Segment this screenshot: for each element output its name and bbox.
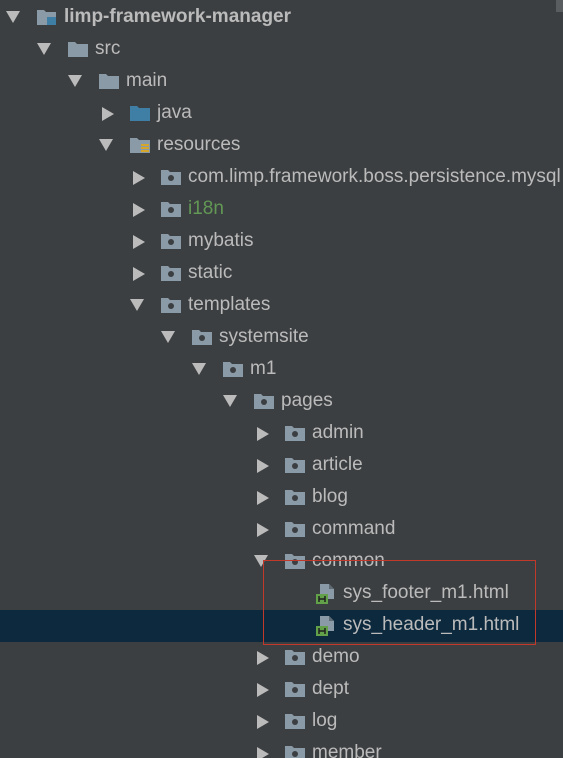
expand-arrow-icon[interactable] <box>223 395 237 407</box>
tree-item-static[interactable]: static <box>0 258 563 290</box>
source-folder-icon <box>129 104 151 122</box>
expand-arrow-icon[interactable] <box>6 11 20 23</box>
expand-arrow-icon[interactable] <box>99 139 113 151</box>
expand-arrow-icon[interactable] <box>161 331 175 343</box>
package-folder-icon <box>160 168 182 186</box>
tree-item-label: demo <box>312 646 360 667</box>
tree-item-label: admin <box>312 422 364 443</box>
tree-item-label: blog <box>312 486 348 507</box>
tree-item-label: mybatis <box>188 230 254 251</box>
tree-item-m1[interactable]: m1 <box>0 354 563 386</box>
tree-item-label: m1 <box>250 358 277 379</box>
collapse-arrow-icon[interactable] <box>257 491 269 505</box>
package-folder-icon <box>191 328 213 346</box>
tree-item-label: java <box>157 102 192 123</box>
package-folder-icon <box>160 232 182 250</box>
collapse-arrow-icon[interactable] <box>257 523 269 537</box>
tree-item-label: systemsite <box>219 326 309 347</box>
collapse-arrow-icon[interactable] <box>257 459 269 473</box>
module-folder-icon <box>36 8 58 26</box>
tree-item-label: static <box>188 262 233 283</box>
tree-item-label: command <box>312 518 396 539</box>
collapse-arrow-icon[interactable] <box>133 267 145 281</box>
package-folder-icon <box>222 360 244 378</box>
tree-item-main[interactable]: main <box>0 66 563 98</box>
collapse-arrow-icon[interactable] <box>102 107 114 121</box>
tree-item-label: pages <box>281 390 333 411</box>
tree-item-systemsite[interactable]: systemsite <box>0 322 563 354</box>
tree-item-blog[interactable]: blog <box>0 482 563 514</box>
folder-icon <box>67 40 89 58</box>
package-folder-icon <box>160 296 182 314</box>
tree-item-sys-footer-m1-html[interactable]: sys_footer_m1.html <box>0 578 563 610</box>
package-folder-icon <box>284 552 306 570</box>
tree-item-label: dept <box>312 678 349 699</box>
tree-item-label: main <box>126 70 168 91</box>
package-folder-icon <box>253 392 275 410</box>
package-folder-icon <box>284 680 306 698</box>
tree-item-label: templates <box>188 294 271 315</box>
collapse-arrow-icon[interactable] <box>257 715 269 729</box>
expand-arrow-icon[interactable] <box>192 363 206 375</box>
package-folder-icon <box>284 712 306 730</box>
collapse-arrow-icon[interactable] <box>257 747 269 758</box>
tree-item-label: limp-framework-manager <box>64 6 292 27</box>
tree-item-label: i18n <box>188 198 224 219</box>
scrollbar-thumb[interactable] <box>556 0 563 12</box>
tree-item-label: common <box>312 550 385 571</box>
tree-item-templates[interactable]: templates <box>0 290 563 322</box>
tree-item-dept[interactable]: dept <box>0 674 563 706</box>
expand-arrow-icon[interactable] <box>68 75 82 87</box>
tree-item-sys-header-m1-html[interactable]: sys_header_m1.html <box>0 610 563 642</box>
tree-item-admin[interactable]: admin <box>0 418 563 450</box>
collapse-arrow-icon[interactable] <box>257 651 269 665</box>
html-file-icon <box>315 583 337 605</box>
tree-item-label: com.limp.framework.boss.persistence.mysq… <box>188 166 561 187</box>
resources-folder-icon <box>129 136 151 154</box>
tree-item-label: sys_header_m1.html <box>343 614 520 635</box>
tree-item-mybatis[interactable]: mybatis <box>0 226 563 258</box>
tree-item-label: resources <box>157 134 241 155</box>
package-folder-icon <box>284 744 306 758</box>
package-folder-icon <box>284 424 306 442</box>
tree-item-java[interactable]: java <box>0 98 563 130</box>
tree-item-i18n[interactable]: i18n <box>0 194 563 226</box>
expand-arrow-icon[interactable] <box>37 43 51 55</box>
tree-item-label: member <box>312 742 382 758</box>
expand-arrow-icon[interactable] <box>254 555 268 567</box>
tree-item-com-limp-persistence-mysql[interactable]: com.limp.framework.boss.persistence.mysq… <box>0 162 563 194</box>
tree-item-log[interactable]: log <box>0 706 563 738</box>
collapse-arrow-icon[interactable] <box>133 171 145 185</box>
collapse-arrow-icon[interactable] <box>133 203 145 217</box>
collapse-arrow-icon[interactable] <box>257 683 269 697</box>
tree-item-common[interactable]: common <box>0 546 563 578</box>
package-folder-icon <box>284 648 306 666</box>
tree-item-src[interactable]: src <box>0 34 563 66</box>
tree-item-member[interactable]: member <box>0 738 563 758</box>
folder-icon <box>98 72 120 90</box>
collapse-arrow-icon[interactable] <box>133 235 145 249</box>
tree-item-label: article <box>312 454 363 475</box>
tree-item-label: src <box>95 38 121 59</box>
package-folder-icon <box>284 488 306 506</box>
package-folder-icon <box>160 200 182 218</box>
package-folder-icon <box>284 520 306 538</box>
tree-item-label: sys_footer_m1.html <box>343 582 509 603</box>
tree-item-limp-framework-manager[interactable]: limp-framework-manager <box>0 2 563 34</box>
expand-arrow-icon[interactable] <box>130 299 144 311</box>
tree-item-demo[interactable]: demo <box>0 642 563 674</box>
package-folder-icon <box>284 456 306 474</box>
html-file-icon <box>315 615 337 637</box>
tree-item-label: log <box>312 710 338 731</box>
tree-item-pages[interactable]: pages <box>0 386 563 418</box>
package-folder-icon <box>160 264 182 282</box>
tree-item-command[interactable]: command <box>0 514 563 546</box>
tree-item-resources[interactable]: resources <box>0 130 563 162</box>
tree-item-article[interactable]: article <box>0 450 563 482</box>
collapse-arrow-icon[interactable] <box>257 427 269 441</box>
